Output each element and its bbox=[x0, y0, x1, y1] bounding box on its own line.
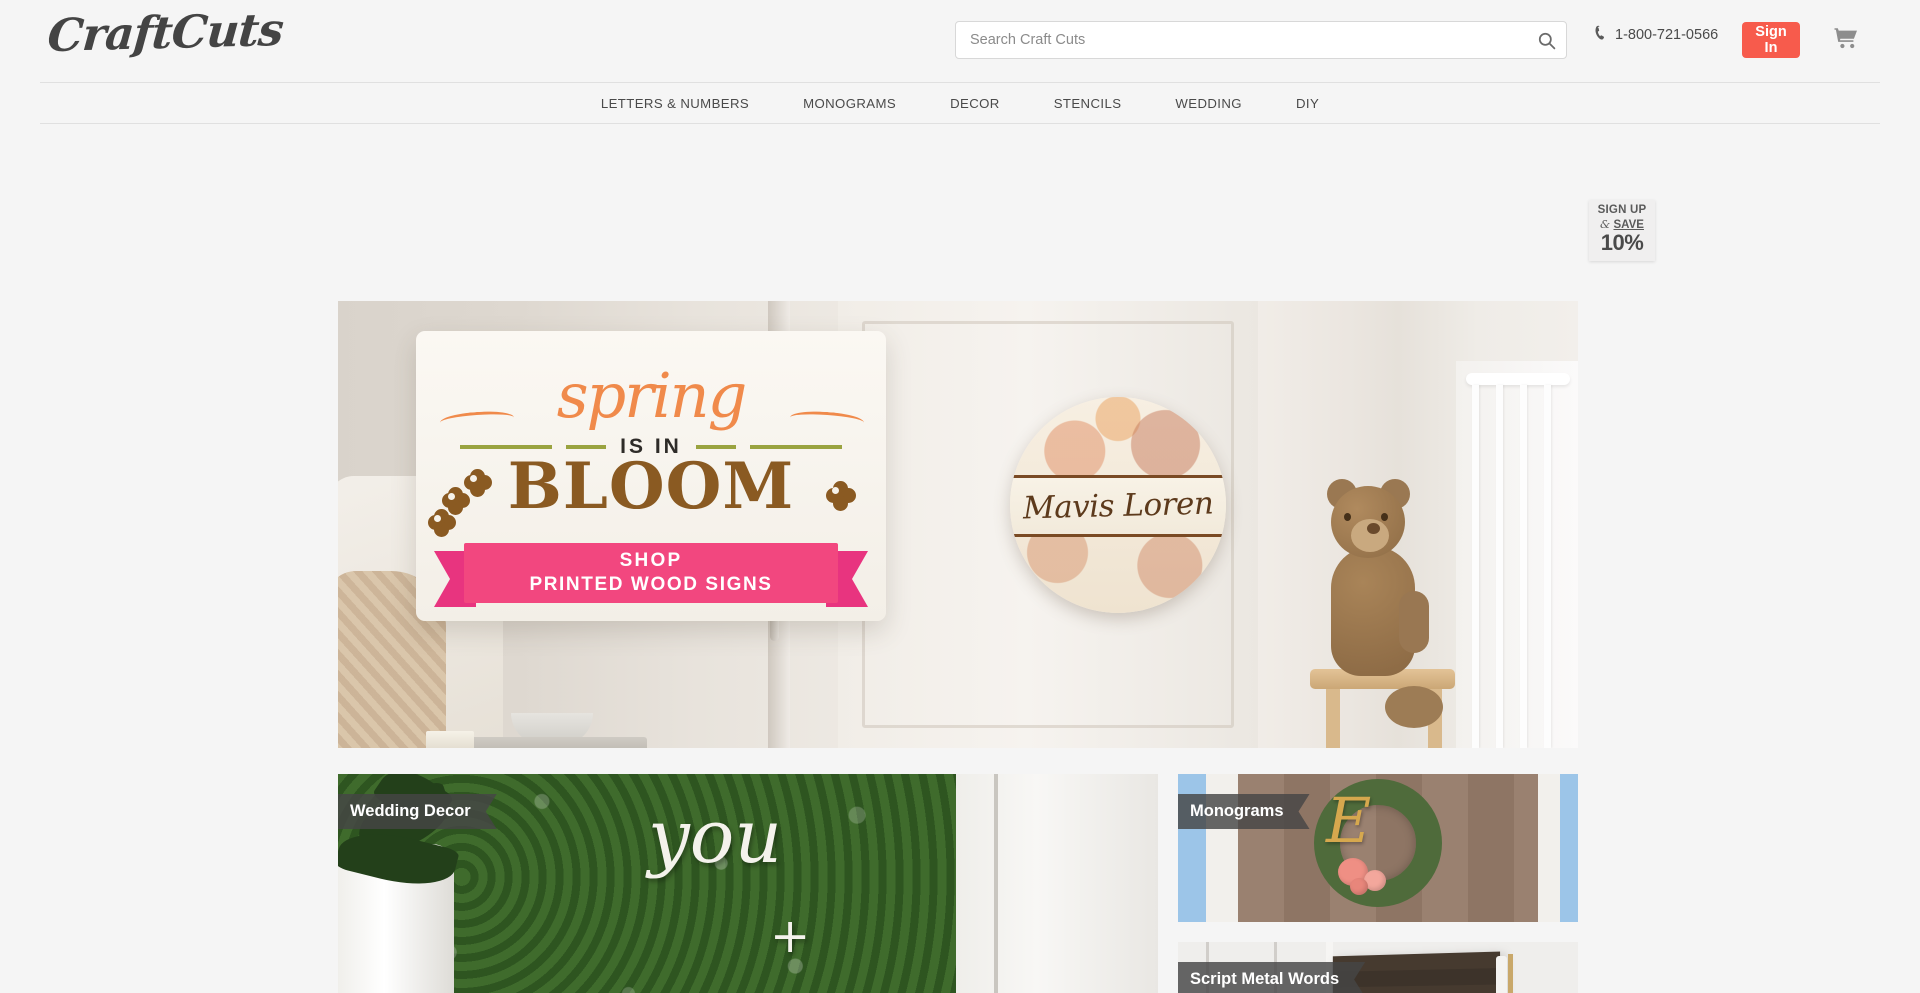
shopping-cart-icon bbox=[1834, 27, 1858, 52]
wreath-flower-shape bbox=[1350, 878, 1368, 895]
nav-item-decor[interactable]: DECOR bbox=[923, 96, 1027, 111]
wedding-word-me: me bbox=[790, 982, 892, 993]
crib-bar-shape bbox=[1496, 385, 1503, 748]
spring-script-word: spring bbox=[416, 365, 886, 431]
ribbon-line1: SHOP bbox=[619, 550, 683, 571]
teddy-bear-arm-shape bbox=[1399, 591, 1429, 653]
wedding-word-you: you bbox=[648, 794, 783, 880]
crib-rail-shape bbox=[1466, 373, 1570, 385]
wall-backdrop-shape bbox=[956, 774, 1158, 993]
flower-icon bbox=[428, 509, 456, 537]
signup-discount: 10% bbox=[1600, 230, 1644, 255]
metal-bracket-shape bbox=[1496, 956, 1507, 993]
script-swash-right-icon bbox=[789, 409, 865, 431]
tile-label-monograms: Monograms bbox=[1178, 794, 1310, 829]
ampersand: & bbox=[1600, 216, 1611, 231]
phone-number[interactable]: 1-800-721-0566 bbox=[1594, 25, 1718, 45]
hero-banner[interactable]: spring IS IN BLOOM SHOP PRINTED WOOD SIG… bbox=[338, 301, 1578, 748]
teddy-bear-foot-shape bbox=[1385, 686, 1443, 728]
cart-button[interactable] bbox=[1829, 22, 1863, 56]
nav-item-diy[interactable]: DIY bbox=[1269, 96, 1346, 111]
crib-bar-shape bbox=[1544, 385, 1551, 748]
signup-save-word: SAVE bbox=[1613, 218, 1644, 231]
site-logo[interactable]: CraftCuts bbox=[46, 3, 285, 62]
search-icon[interactable] bbox=[1526, 31, 1566, 50]
ribbon-band: SHOP PRINTED WOOD SIGNS bbox=[464, 543, 838, 603]
crib-bar-shape bbox=[1520, 385, 1527, 748]
sign-in-button[interactable]: Sign In bbox=[1742, 22, 1800, 58]
monogram-letter: E bbox=[1326, 784, 1372, 857]
site-header: CraftCuts 1-800-721-0566 Sign In bbox=[0, 0, 1920, 82]
signup-save-tab[interactable]: SIGN UP & SAVE 10% bbox=[1589, 200, 1655, 261]
books-shape bbox=[426, 731, 647, 748]
tile-label-script-metal-words: Script Metal Words bbox=[1178, 962, 1365, 993]
shop-ribbon-banner[interactable]: SHOP PRINTED WOOD SIGNS bbox=[434, 543, 868, 607]
search-bar[interactable] bbox=[955, 21, 1567, 59]
nav-item-letters-numbers[interactable]: LETTERS & NUMBERS bbox=[574, 96, 776, 111]
teddy-bear-eye-shape bbox=[1344, 513, 1351, 521]
teddy-bear-eye-shape bbox=[1381, 513, 1388, 521]
nav-item-stencils[interactable]: STENCILS bbox=[1027, 96, 1149, 111]
ribbon-line2: PRINTED WOOD SIGNS bbox=[529, 574, 773, 595]
flower-icon bbox=[826, 481, 856, 511]
wood-rod-shape bbox=[1508, 954, 1513, 993]
teddy-bear-nose-shape bbox=[1367, 523, 1380, 534]
primary-nav: LETTERS & NUMBERS MONOGRAMS DECOR STENCI… bbox=[40, 82, 1880, 124]
signup-line1: SIGN UP bbox=[1597, 204, 1647, 216]
nav-item-monograms[interactable]: MONOGRAMS bbox=[776, 96, 923, 111]
spring-bloom-sign[interactable]: spring IS IN BLOOM SHOP PRINTED WOOD SIG… bbox=[416, 331, 886, 621]
category-tile-script-metal-words[interactable]: good Script Metal Words bbox=[1178, 942, 1578, 993]
phone-label: 1-800-721-0566 bbox=[1615, 27, 1719, 43]
bear-stool-leg-shape bbox=[1326, 689, 1340, 748]
nav-item-wedding[interactable]: WEDDING bbox=[1148, 96, 1269, 111]
round-floral-name-sign[interactable]: Mavis Loren bbox=[1010, 397, 1226, 613]
name-plank: Mavis Loren bbox=[1010, 475, 1226, 537]
personalized-name: Mavis Loren bbox=[1022, 485, 1214, 527]
script-swash-left-icon bbox=[439, 409, 515, 431]
spring-word-text: spring bbox=[556, 359, 748, 432]
category-tile-monograms[interactable]: E Monograms bbox=[1178, 774, 1578, 922]
category-tile-wedding-decor[interactable]: you + me Wedding Decor bbox=[338, 774, 1158, 993]
crib-bar-shape bbox=[1472, 385, 1479, 748]
wedding-word-plus: + bbox=[770, 908, 811, 964]
phone-icon bbox=[1594, 25, 1608, 45]
tile-label-wedding-decor: Wedding Decor bbox=[338, 794, 497, 829]
flower-icon bbox=[464, 469, 492, 497]
search-input[interactable] bbox=[956, 32, 1526, 48]
